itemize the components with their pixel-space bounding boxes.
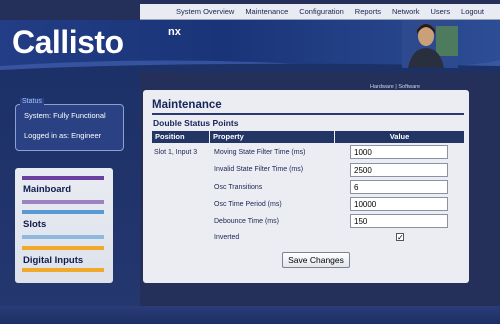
sidebar-item-label[interactable]: Slots: [23, 219, 46, 230]
brand-suffix: nx: [168, 26, 181, 38]
save-changes-button[interactable]: Save Changes: [282, 252, 350, 268]
login-status-text: Logged in as: Engineer: [24, 131, 102, 140]
sidebar-item-underline: [22, 235, 104, 239]
column-header-position: Position: [152, 131, 209, 143]
status-title: Status: [20, 98, 44, 105]
brand-logo: Callisto: [12, 24, 124, 60]
property-label: Osc Time Period (ms): [214, 201, 282, 208]
nav-system-overview[interactable]: System Overview: [176, 7, 234, 16]
sidebar-item-label[interactable]: Digital Inputs: [23, 255, 83, 266]
nav-network[interactable]: Network: [392, 7, 420, 16]
moving-state-filter-input[interactable]: [350, 145, 448, 159]
footer-bar: [0, 306, 500, 324]
operator-photo: [402, 20, 458, 68]
top-navigation: System Overview Maintenance Configuratio…: [140, 4, 500, 20]
column-header-value: Value: [335, 131, 464, 143]
nav-users[interactable]: Users: [430, 7, 450, 16]
invalid-state-filter-input[interactable]: [350, 163, 448, 177]
nav-reports[interactable]: Reports: [355, 7, 381, 16]
position-cell: Slot 1, Input 3: [154, 149, 198, 156]
section-title: Double Status Points: [153, 118, 239, 128]
title-divider: [152, 113, 464, 115]
page-title: Maintenance: [152, 99, 222, 111]
sidebar-item-bar: [22, 176, 104, 180]
osc-transitions-input[interactable]: [350, 180, 448, 194]
nav-logout[interactable]: Logout: [461, 7, 484, 16]
debounce-time-input[interactable]: [350, 214, 448, 228]
sidebar-item-bar: [22, 210, 104, 214]
property-label: Osc Transitions: [214, 184, 263, 191]
sidebar-item-underline: [22, 200, 104, 204]
nav-configuration[interactable]: Configuration: [299, 7, 344, 16]
nav-maintenance[interactable]: Maintenance: [245, 7, 288, 16]
system-status-text: System: Fully Functional: [24, 111, 106, 120]
property-label: Moving State Filter Time (ms): [214, 149, 306, 156]
sidebar-item-bar: [22, 246, 104, 250]
sidebar-item-underline: [22, 268, 104, 272]
property-label: Debounce Time (ms): [214, 218, 279, 225]
column-header-property: Property: [210, 131, 334, 143]
property-label: Invalid State Filter Time (ms): [214, 166, 304, 173]
sidebar-item-label[interactable]: Mainboard: [23, 184, 71, 195]
osc-time-period-input[interactable]: [350, 197, 448, 211]
inverted-checkbox[interactable]: ✓: [396, 233, 404, 242]
inverted-label: Inverted: [214, 234, 240, 241]
